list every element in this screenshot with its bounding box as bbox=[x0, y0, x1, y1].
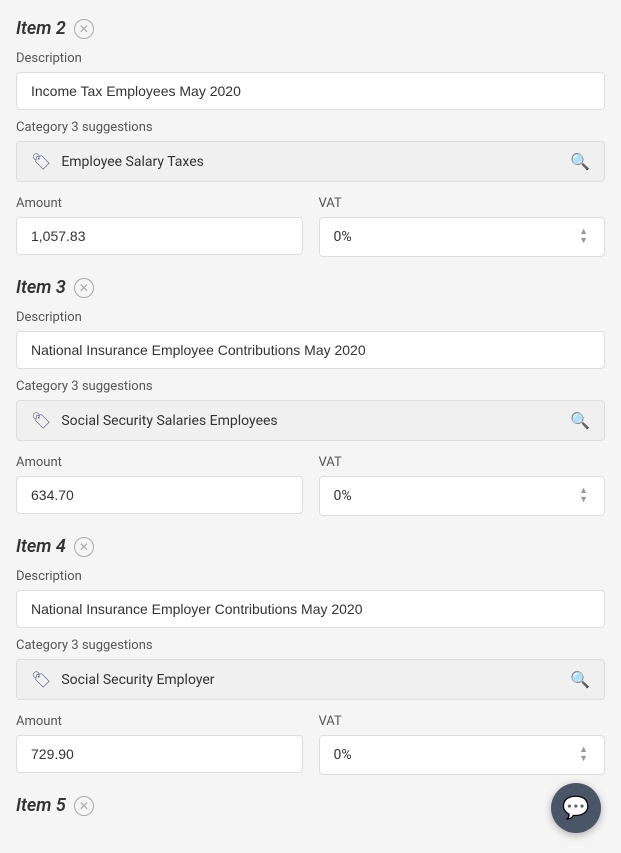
chat-button[interactable]: 💬 bbox=[551, 783, 601, 833]
item-3-amount-vat-row: Amount VAT 0% ▲ ▼ bbox=[16, 445, 605, 516]
item-4-category-label: Category 3 suggestions bbox=[16, 638, 605, 653]
item-4-category-left: 🏷 Social Security Employer bbox=[31, 670, 215, 689]
item-3-amount-label: Amount bbox=[16, 455, 303, 470]
item-5-close-button[interactable]: ✕ bbox=[74, 796, 94, 816]
item-4-close-button[interactable]: ✕ bbox=[74, 537, 94, 557]
item-2-vat-value: 0% bbox=[334, 229, 352, 245]
item-2-description-label: Description bbox=[16, 51, 605, 66]
item-4-category-value: Social Security Employer bbox=[61, 672, 214, 688]
item-3-vat-arrows[interactable]: ▲ ▼ bbox=[577, 487, 590, 505]
item-3-vat-value: 0% bbox=[334, 488, 352, 504]
item-2-description-input[interactable] bbox=[16, 72, 605, 110]
item-3-amount-field: Amount bbox=[16, 445, 303, 516]
item-2-amount-vat-row: Amount VAT 0% ▲ ▼ bbox=[16, 186, 605, 257]
item-5-header: Item 5 ✕ bbox=[16, 795, 605, 816]
item-3-header: Item 3 ✕ bbox=[16, 277, 605, 298]
item-2-vat-label: VAT bbox=[319, 196, 606, 211]
item-3-section: Item 3 ✕ Description Category 3 suggesti… bbox=[16, 277, 605, 516]
item-2-amount-input[interactable] bbox=[16, 217, 303, 255]
item-4-amount-field: Amount bbox=[16, 704, 303, 775]
item-4-description-label: Description bbox=[16, 569, 605, 584]
item-3-search-icon[interactable]: 🔍 bbox=[570, 411, 590, 430]
item-4-vat-display[interactable]: 0% ▲ ▼ bbox=[319, 735, 606, 775]
item-2-vat-field: VAT 0% ▲ ▼ bbox=[319, 186, 606, 257]
item-3-close-button[interactable]: ✕ bbox=[74, 278, 94, 298]
item-2-amount-label: Amount bbox=[16, 196, 303, 211]
item-2-vat-arrows[interactable]: ▲ ▼ bbox=[577, 228, 590, 246]
item-4-description-input[interactable] bbox=[16, 590, 605, 628]
item-3-tag-icon: 🏷 bbox=[31, 411, 51, 430]
item-2-category-left: 🏷 Employee Salary Taxes bbox=[31, 152, 204, 171]
item-4-title: Item 4 bbox=[16, 536, 66, 557]
item-3-category-left: 🏷 Social Security Salaries Employees bbox=[31, 411, 278, 430]
item-2-category-value: Employee Salary Taxes bbox=[61, 154, 204, 170]
item-3-vat-field: VAT 0% ▲ ▼ bbox=[319, 445, 606, 516]
item-2-category-label: Category 3 suggestions bbox=[16, 120, 605, 135]
item-2-category-select[interactable]: 🏷 Employee Salary Taxes 🔍 bbox=[16, 141, 605, 182]
item-2-header: Item 2 ✕ bbox=[16, 18, 605, 39]
item-2-vat-down-arrow[interactable]: ▼ bbox=[577, 237, 590, 246]
item-4-amount-vat-row: Amount VAT 0% ▲ ▼ bbox=[16, 704, 605, 775]
item-4-search-icon[interactable]: 🔍 bbox=[570, 670, 590, 689]
item-4-vat-label: VAT bbox=[319, 714, 606, 729]
item-2-title: Item 2 bbox=[16, 18, 66, 39]
item-3-description-label: Description bbox=[16, 310, 605, 325]
item-4-section: Item 4 ✕ Description Category 3 suggesti… bbox=[16, 536, 605, 775]
item-3-category-label: Category 3 suggestions bbox=[16, 379, 605, 394]
item-3-vat-label: VAT bbox=[319, 455, 606, 470]
item-2-vat-display[interactable]: 0% ▲ ▼ bbox=[319, 217, 606, 257]
item-3-description-input[interactable] bbox=[16, 331, 605, 369]
item-4-amount-input[interactable] bbox=[16, 735, 303, 773]
item-3-title: Item 3 bbox=[16, 277, 66, 298]
item-2-amount-field: Amount bbox=[16, 186, 303, 257]
item-3-vat-display[interactable]: 0% ▲ ▼ bbox=[319, 476, 606, 516]
chat-icon: 💬 bbox=[562, 796, 589, 821]
item-4-vat-field: VAT 0% ▲ ▼ bbox=[319, 704, 606, 775]
item-2-tag-icon: 🏷 bbox=[31, 152, 51, 171]
item-2-search-icon[interactable]: 🔍 bbox=[570, 152, 590, 171]
item-4-vat-value: 0% bbox=[334, 747, 352, 763]
item-4-tag-icon: 🏷 bbox=[31, 670, 51, 689]
item-4-vat-down-arrow[interactable]: ▼ bbox=[577, 755, 590, 764]
item-4-header: Item 4 ✕ bbox=[16, 536, 605, 557]
item-5-title: Item 5 bbox=[16, 795, 66, 816]
item-2-close-button[interactable]: ✕ bbox=[74, 19, 94, 39]
item-4-vat-arrows[interactable]: ▲ ▼ bbox=[577, 746, 590, 764]
item-5-partial: Item 5 ✕ bbox=[16, 795, 605, 816]
item-3-vat-down-arrow[interactable]: ▼ bbox=[577, 496, 590, 505]
item-4-amount-label: Amount bbox=[16, 714, 303, 729]
item-4-category-select[interactable]: 🏷 Social Security Employer 🔍 bbox=[16, 659, 605, 700]
item-3-category-value: Social Security Salaries Employees bbox=[61, 413, 277, 429]
item-2-section: Item 2 ✕ Description Category 3 suggesti… bbox=[16, 18, 605, 257]
item-3-category-select[interactable]: 🏷 Social Security Salaries Employees 🔍 bbox=[16, 400, 605, 441]
item-3-amount-input[interactable] bbox=[16, 476, 303, 514]
